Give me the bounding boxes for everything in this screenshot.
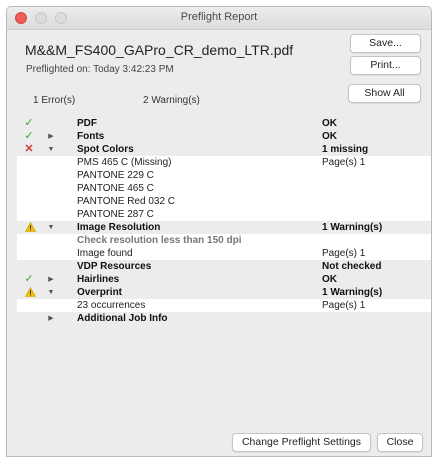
checkmark-icon: ✓	[24, 130, 34, 142]
disclosure-right-icon[interactable]: ▶	[45, 312, 57, 325]
row-label: Image Resolution	[77, 222, 161, 233]
spot-color-label: PANTONE 229 C	[77, 170, 154, 181]
spot-color-pages: Page(s) 1	[322, 157, 366, 168]
image-found-label: Image found	[77, 248, 133, 259]
occurrences-label: 23 occurrences	[77, 300, 146, 311]
preflight-report-window: Preflight Report M&&M_FS400_GAPro_CR_dem…	[6, 6, 432, 457]
row-value: OK	[322, 274, 337, 285]
spot-color-label: PANTONE Red 032 C	[77, 196, 176, 207]
report-row-fonts[interactable]: ✓ ▶ Fonts OK	[17, 130, 431, 143]
print-button[interactable]: Print...	[350, 56, 421, 75]
report-row-spot-colors[interactable]: ✕ ▼ Spot Colors 1 missing	[17, 143, 431, 156]
warning-triangle-icon	[23, 221, 37, 234]
spot-color-item[interactable]: PMS 465 C (Missing) Page(s) 1	[17, 156, 431, 169]
disclosure-down-icon[interactable]: ▼	[45, 221, 57, 234]
resolution-check-row[interactable]: Check resolution less than 150 dpi	[17, 234, 431, 247]
row-label: VDP Resources	[77, 261, 152, 272]
report-row-image-resolution[interactable]: ▼ Image Resolution 1 Warning(s)	[17, 221, 431, 234]
preflighted-timestamp: Preflighted on: Today 3:42:23 PM	[26, 64, 174, 75]
row-value: 1 missing	[322, 144, 369, 155]
save-button[interactable]: Save...	[350, 34, 421, 53]
row-value: Not checked	[322, 261, 382, 272]
report-row-additional-job-info[interactable]: ▶ Additional Job Info	[17, 312, 431, 325]
row-label: Additional Job Info	[77, 313, 168, 324]
spot-color-label: PANTONE 287 C	[77, 209, 154, 220]
row-value: OK	[322, 118, 337, 129]
close-button[interactable]: Close	[377, 433, 423, 452]
image-found-pages: Page(s) 1	[322, 248, 366, 259]
occurrences-pages: Page(s) 1	[322, 300, 366, 311]
show-all-button[interactable]: Show All	[348, 84, 421, 103]
warning-count: 2 Warning(s)	[143, 95, 200, 106]
report-row-vdp-resources[interactable]: VDP Resources Not checked	[17, 260, 431, 273]
row-label: Fonts	[77, 131, 105, 142]
row-value: OK	[322, 131, 337, 142]
report-list: ✓ PDF OK ✓ ▶ Fonts OK ✕ ▼ Spot Colors 1 …	[17, 117, 431, 442]
document-filename: M&&M_FS400_GAPro_CR_demo_LTR.pdf	[25, 42, 294, 58]
row-value: 1 Warning(s)	[322, 222, 383, 233]
disclosure-right-icon[interactable]: ▶	[45, 273, 57, 286]
row-label: Overprint	[77, 287, 123, 298]
row-label: Spot Colors	[77, 144, 134, 155]
warning-triangle-icon	[23, 286, 37, 299]
title-bar[interactable]: Preflight Report	[7, 7, 431, 30]
spot-color-label: PANTONE 465 C	[77, 183, 154, 194]
disclosure-right-icon[interactable]: ▶	[45, 130, 57, 143]
row-label: Hairlines	[77, 274, 120, 285]
disclosure-down-icon[interactable]: ▼	[45, 143, 57, 156]
x-icon: ✕	[24, 143, 34, 155]
report-row-hairlines[interactable]: ✓ ▶ Hairlines OK	[17, 273, 431, 286]
overprint-occurrences-row[interactable]: 23 occurrences Page(s) 1	[17, 299, 431, 312]
image-found-row[interactable]: Image found Page(s) 1	[17, 247, 431, 260]
disclosure-down-icon[interactable]: ▼	[45, 286, 57, 299]
window-title: Preflight Report	[180, 11, 258, 23]
error-count: 1 Error(s)	[33, 95, 76, 106]
report-row-pdf[interactable]: ✓ PDF OK	[17, 117, 431, 130]
row-label: PDF	[77, 118, 97, 129]
change-preflight-settings-button[interactable]: Change Preflight Settings	[232, 433, 371, 452]
spot-color-item[interactable]: PANTONE Red 032 C	[17, 195, 431, 208]
report-row-overprint[interactable]: ▼ Overprint 1 Warning(s)	[17, 286, 431, 299]
row-value: 1 Warning(s)	[322, 287, 383, 298]
spot-color-label: PMS 465 C (Missing)	[77, 157, 172, 168]
spot-color-item[interactable]: PANTONE 229 C	[17, 169, 431, 182]
spot-color-item[interactable]: PANTONE 465 C	[17, 182, 431, 195]
checkmark-icon: ✓	[24, 117, 34, 129]
checkmark-icon: ✓	[24, 273, 34, 285]
spot-color-item[interactable]: PANTONE 287 C	[17, 208, 431, 221]
resolution-check-label: Check resolution less than 150 dpi	[77, 235, 242, 246]
